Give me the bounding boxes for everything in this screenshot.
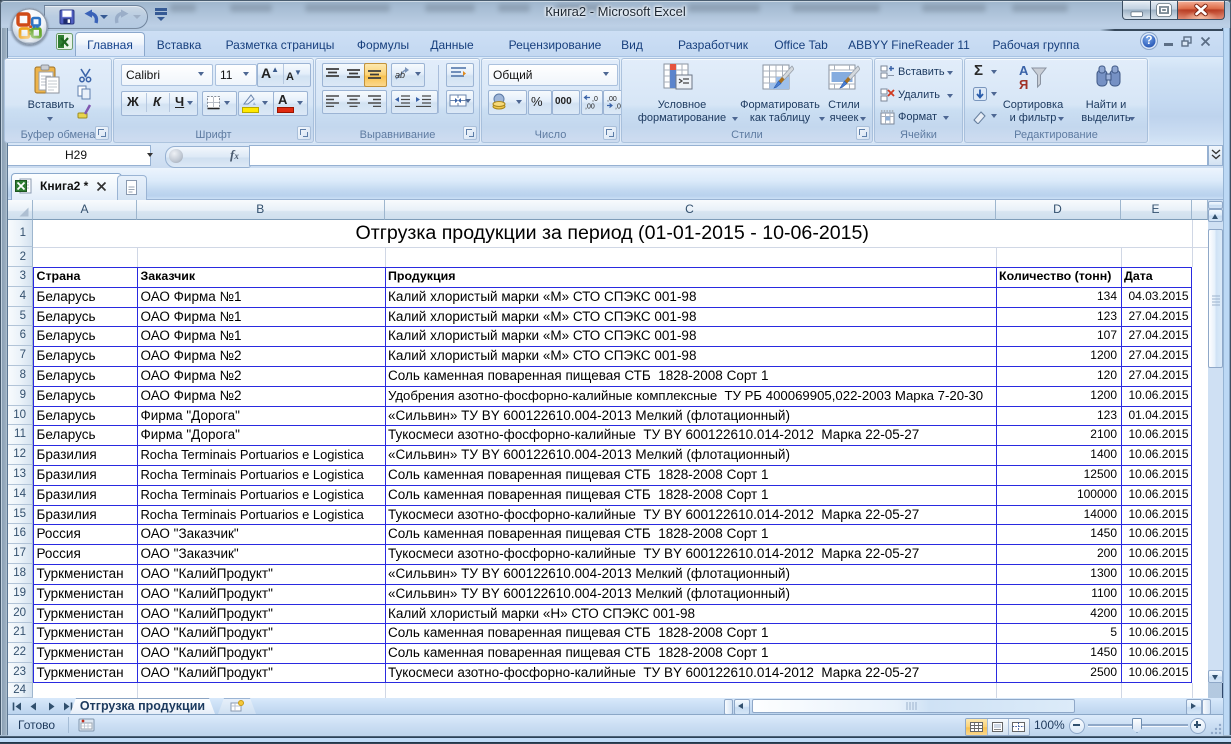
svg-text:Я: Я	[1019, 77, 1028, 92]
svg-text:,00: ,00	[607, 96, 617, 103]
svg-text:А: А	[1019, 63, 1029, 78]
svg-text:,00: ,00	[585, 104, 595, 111]
svg-text:,0: ,0	[592, 96, 598, 103]
svg-text:ab: ab	[395, 70, 405, 80]
